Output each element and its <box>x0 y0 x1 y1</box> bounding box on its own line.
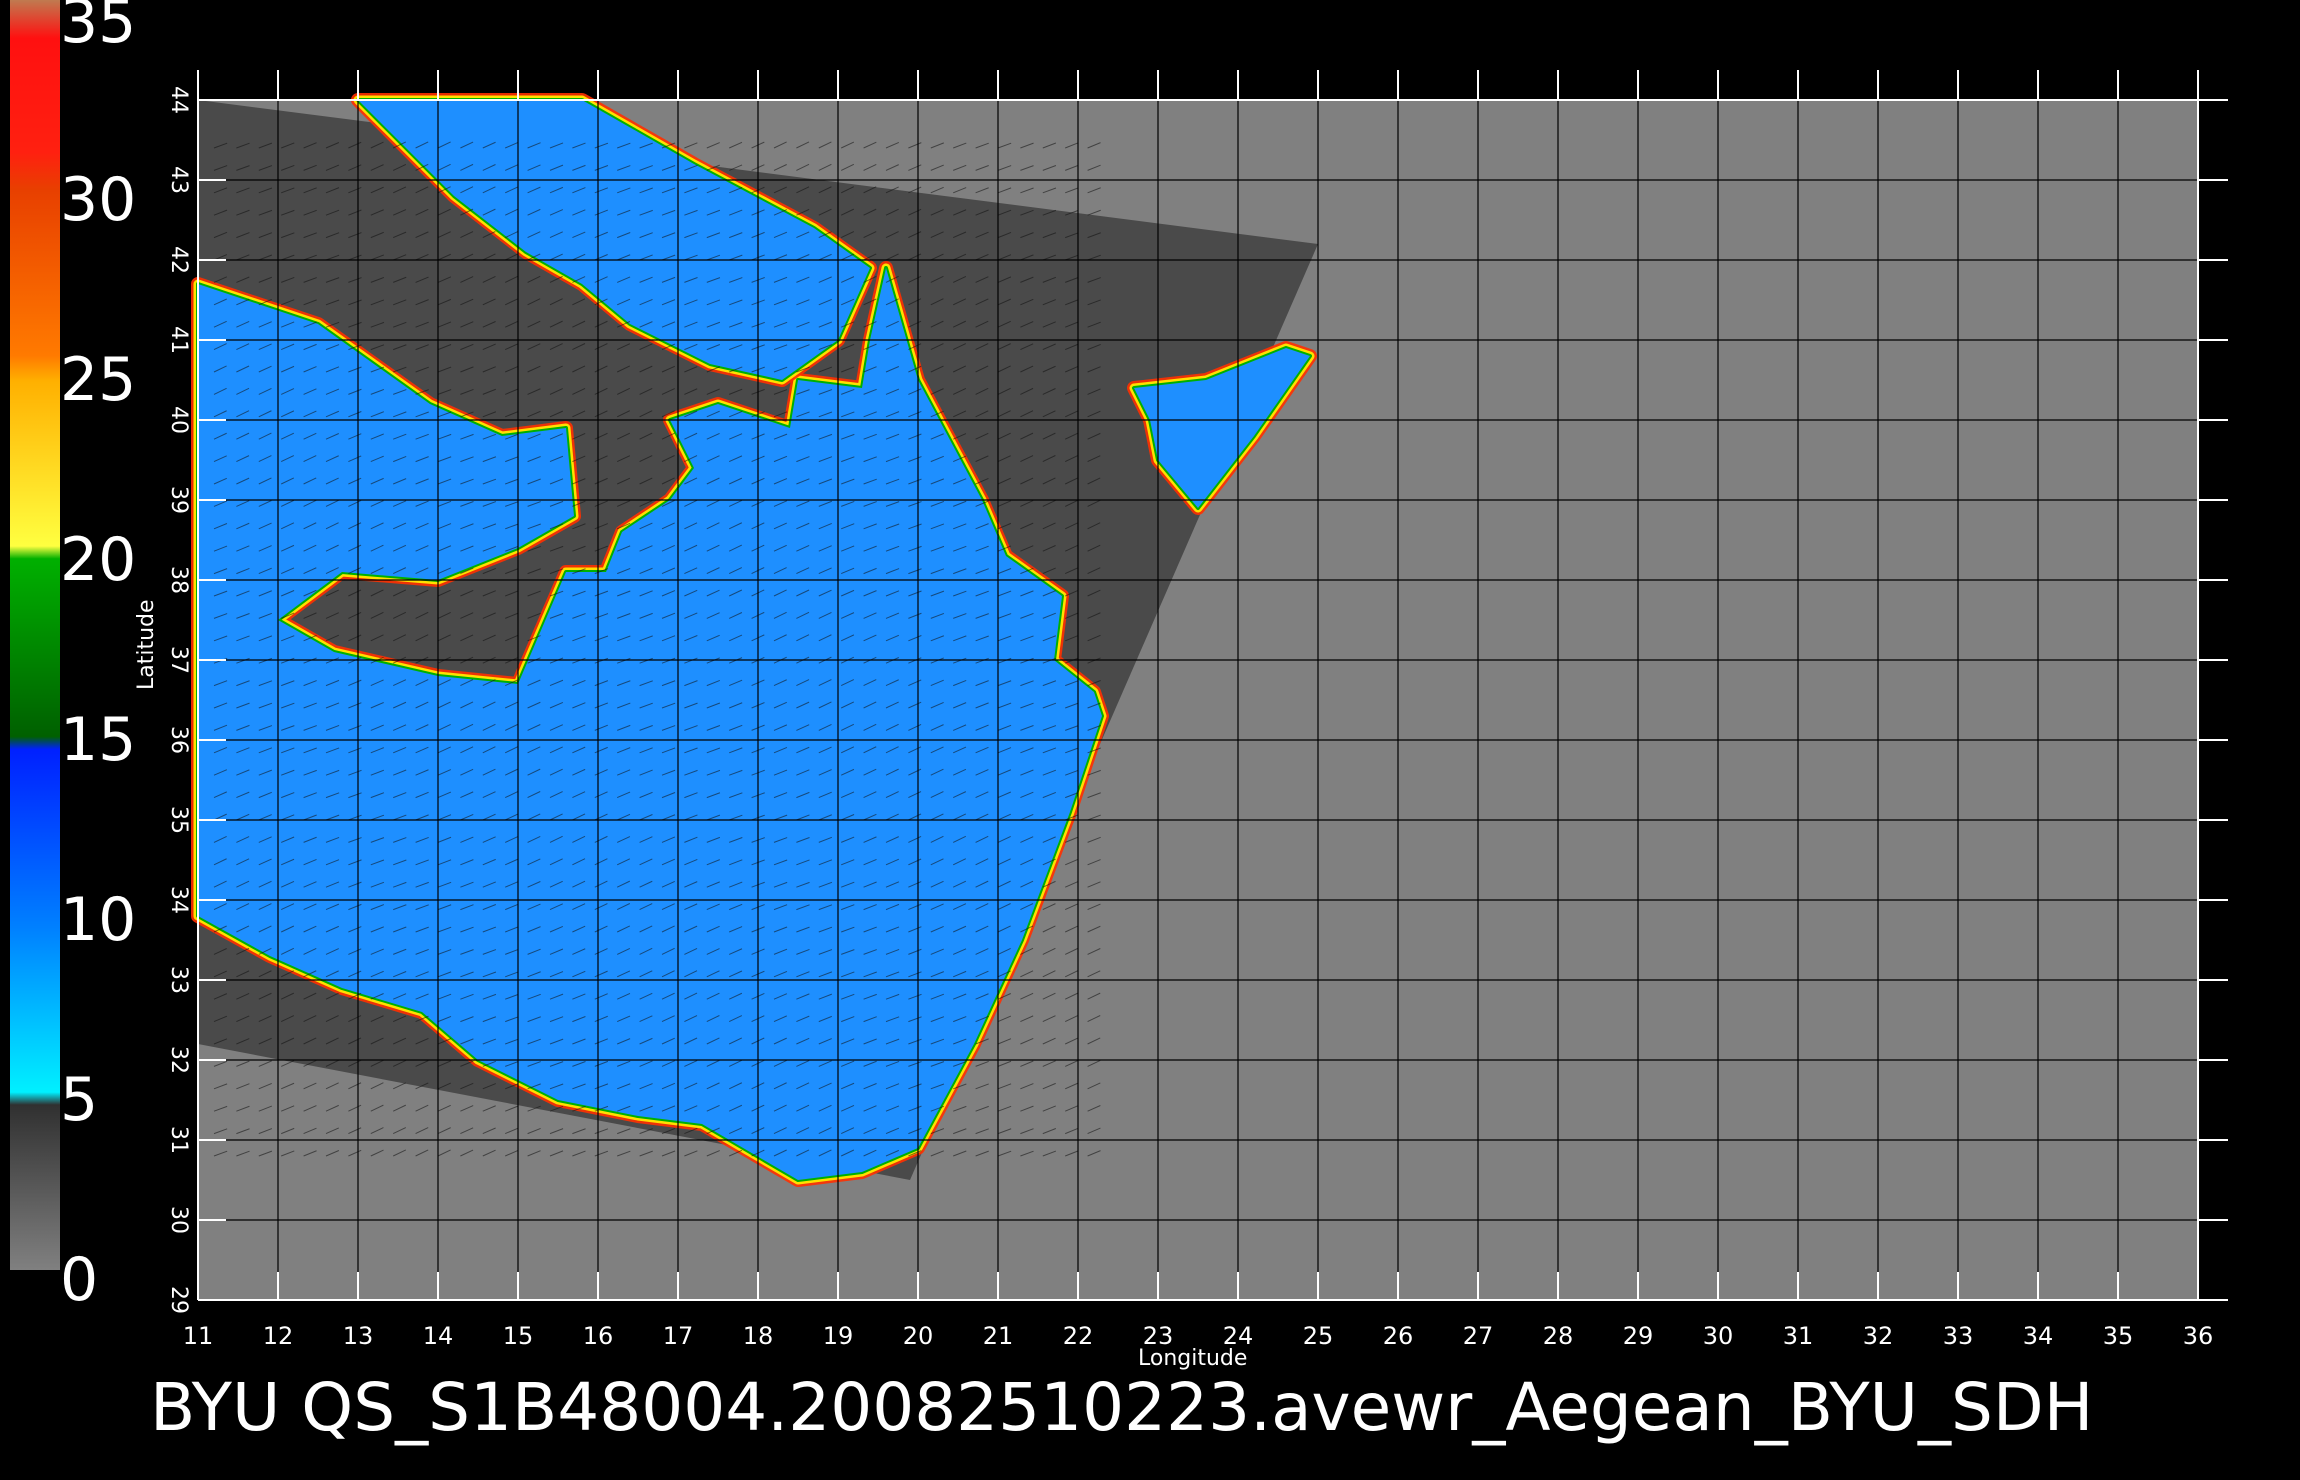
lon-tick-label: 31 <box>1783 1322 1814 1350</box>
lat-tick-label: 29 <box>166 1286 191 1314</box>
lon-tick-label: 32 <box>1863 1322 1894 1350</box>
lon-tick-label: 29 <box>1623 1322 1654 1350</box>
lon-tick-label: 34 <box>2023 1322 2054 1350</box>
lat-tick-label: 38 <box>166 566 191 594</box>
lon-tick-label: 27 <box>1463 1322 1494 1350</box>
lon-tick-label: 21 <box>983 1322 1014 1350</box>
lat-tick-label: 33 <box>166 966 191 994</box>
lon-tick-label: 33 <box>1943 1322 1974 1350</box>
lat-tick-label: 43 <box>166 166 191 194</box>
image-title: BYU QS_S1B48004.20082510223.avewr_Aegean… <box>150 1369 2094 1446</box>
lat-tick-label: 36 <box>166 726 191 754</box>
lon-tick-label: 22 <box>1063 1322 1094 1350</box>
lat-tick-label: 37 <box>166 646 191 674</box>
lon-tick-label: 17 <box>663 1322 694 1350</box>
lon-tick-label: 13 <box>343 1322 374 1350</box>
lat-tick-label: 34 <box>166 886 191 914</box>
lon-tick-label: 15 <box>503 1322 534 1350</box>
lon-tick-label: 20 <box>903 1322 934 1350</box>
lon-tick-label: 30 <box>1703 1322 1734 1350</box>
lon-tick-label: 26 <box>1383 1322 1414 1350</box>
y-axis-label: Latitude <box>134 599 159 690</box>
lon-tick-label: 14 <box>423 1322 454 1350</box>
lon-tick-label: 18 <box>743 1322 774 1350</box>
lat-tick-label: 41 <box>166 326 191 354</box>
lon-tick-label: 19 <box>823 1322 854 1350</box>
lon-tick-label: 28 <box>1543 1322 1574 1350</box>
lat-tick-label: 39 <box>166 486 191 514</box>
lon-tick-label: 12 <box>263 1322 294 1350</box>
wind-map: 11 12 13 14 15 16 17 18 19 20 21 22 23 24 25 26 27 28 29 30… <box>166 70 2228 1350</box>
lat-tick-label: 31 <box>166 1126 191 1154</box>
lon-tick-label: 11 <box>183 1322 214 1350</box>
lat-tick-label: 40 <box>166 406 191 434</box>
lat-tick-label: 30 <box>166 1206 191 1234</box>
lon-tick-label: 25 <box>1303 1322 1334 1350</box>
lon-tick-label: 16 <box>583 1322 614 1350</box>
lon-tick-label: 36 <box>2183 1322 2214 1350</box>
lat-tick-label: 35 <box>166 806 191 834</box>
lat-tick-label: 32 <box>166 1046 191 1074</box>
lat-tick-label: 44 <box>166 86 191 114</box>
lat-tick-label: 42 <box>166 246 191 274</box>
lon-tick-label: 35 <box>2103 1322 2134 1350</box>
